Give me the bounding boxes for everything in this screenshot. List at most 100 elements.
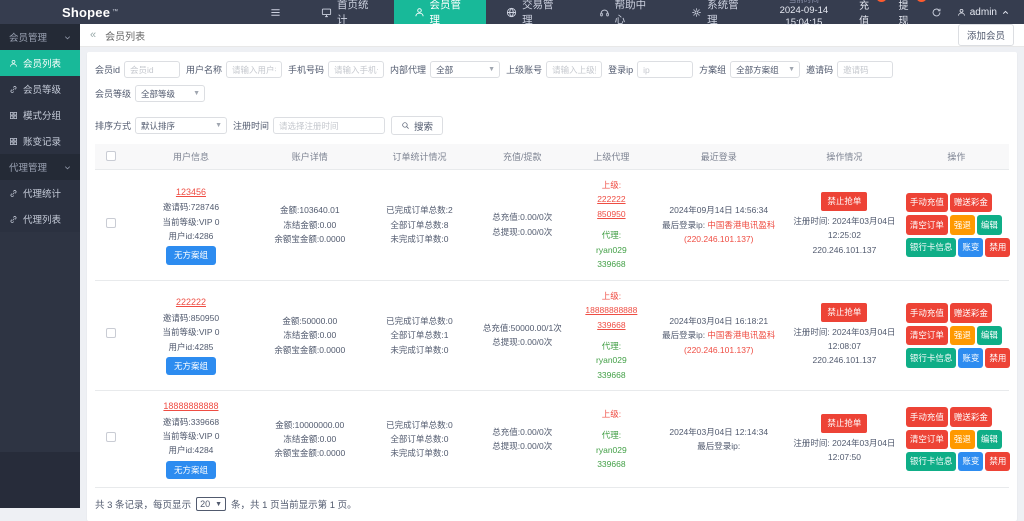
table-row: 222222邀请码:850950当前等级:VIP 0用户id:4285无方案组金… — [95, 280, 1009, 391]
filter-input-login-ip[interactable] — [637, 61, 693, 78]
upline-label: 上级: — [572, 178, 650, 192]
action-bank-card-info-button[interactable]: 银行卡信息 — [906, 348, 957, 367]
shortcut-recharge[interactable]: 充值1 — [859, 0, 876, 27]
nav-trade[interactable]: 交易管理 — [486, 0, 579, 24]
filter-input-user-name[interactable] — [226, 61, 282, 78]
action-manual-recharge-button[interactable]: 手动充值 — [906, 407, 948, 426]
action-bank-card-info-button[interactable]: 银行卡信息 — [906, 452, 957, 471]
action-disable-button[interactable]: 禁用 — [985, 238, 1010, 257]
nav-menu[interactable] — [250, 0, 301, 24]
main-content: 会员id用户名称手机号码内部代理全部▼上级账号登录ip方案组全部方案组▼邀请码会… — [80, 47, 1024, 508]
page-size-select[interactable]: 20 ▼ — [196, 497, 226, 511]
upline-link[interactable]: 222222 — [572, 192, 650, 206]
fund-cell: 总充值:0.00/0次总提现:0.00/0次 — [474, 170, 570, 281]
action-disable-button[interactable]: 禁用 — [985, 348, 1010, 367]
action-balance-change-button[interactable]: 账变 — [958, 348, 983, 367]
filter-input-register-time[interactable] — [273, 117, 385, 134]
upline-link[interactable]: 850950 — [572, 207, 650, 221]
actions-cell: 手动充值赠送彩金清空订单强退编辑银行卡信息账变禁用 — [904, 391, 1009, 488]
user-menu[interactable]: admin — [957, 7, 1010, 18]
filter-select-plan-group[interactable]: 全部方案组▼ — [730, 61, 800, 78]
system-icon — [691, 7, 702, 18]
action-gift-bonus-button[interactable]: 赠送彩金 — [950, 407, 992, 426]
select-all-checkbox[interactable] — [106, 151, 116, 161]
sidebar-item-balance-log[interactable]: 账变记录 — [0, 128, 80, 154]
collapse-sidebar-icon[interactable]: « — [90, 29, 96, 41]
add-member-button[interactable]: 添加会员 — [958, 24, 1014, 46]
action-balance-change-button[interactable]: 账变 — [958, 238, 983, 257]
action-edit-button[interactable]: 编辑 — [977, 215, 1002, 234]
chevron-down-icon: ▼ — [788, 66, 795, 73]
order-stats-cell: 已完成订单总数:0全部订单总数:1未完成订单数:0 — [365, 280, 475, 391]
sidebar-group-agent-mgmt[interactable]: 代理管理 — [0, 154, 80, 180]
member-name-link[interactable]: 18888888888 — [129, 399, 253, 414]
filter-input-invite-code[interactable] — [837, 61, 893, 78]
filter-input-member-id[interactable] — [124, 61, 180, 78]
sidebar-item-member-level[interactable]: 会员等级 — [0, 76, 80, 102]
link-icon — [9, 215, 18, 224]
action-clear-orders-button[interactable]: 清空订单 — [906, 326, 948, 345]
search-button[interactable]: 搜索 — [391, 116, 443, 135]
no-grab-badge: 禁止抢单 — [821, 414, 867, 432]
nav-members[interactable]: 会员管理 — [394, 0, 487, 24]
row-checkbox[interactable] — [106, 328, 116, 338]
filter-select-inner-agent[interactable]: 全部▼ — [430, 61, 500, 78]
filter-plan-group: 方案组全部方案组▼ — [699, 61, 800, 78]
action-disable-button[interactable]: 禁用 — [985, 452, 1010, 471]
column-header: 账户详情 — [255, 144, 365, 170]
action-force-logout-button[interactable]: 强退 — [950, 430, 975, 449]
plan-group-button[interactable]: 无方案组 — [166, 246, 216, 264]
action-manual-recharge-button[interactable]: 手动充值 — [906, 303, 948, 322]
member-list-card: 会员id用户名称手机号码内部代理全部▼上级账号登录ip方案组全部方案组▼邀请码会… — [87, 52, 1017, 521]
nav-home[interactable]: 首页统计 — [301, 0, 394, 24]
breadcrumb-bar: « 会员列表 添加会员 — [80, 24, 1024, 47]
plan-group-button[interactable]: 无方案组 — [166, 461, 216, 479]
chevron-down-icon: ▼ — [215, 122, 222, 129]
filter-select-sort-order[interactable]: 默认排序▼ — [135, 117, 227, 134]
topbar: Shopee™ 首页统计会员管理交易管理帮助中心系统管理 当前时间 2024-0… — [0, 0, 1024, 24]
action-balance-change-button[interactable]: 账变 — [958, 452, 983, 471]
user-info-cell: 222222邀请码:850950当前等级:VIP 0用户id:4285无方案组 — [127, 280, 255, 391]
upline-link[interactable]: 18888888888 — [572, 303, 650, 317]
action-clear-orders-button[interactable]: 清空订单 — [906, 430, 948, 449]
action-bank-card-info-button[interactable]: 银行卡信息 — [906, 238, 957, 257]
username: admin — [970, 7, 997, 18]
nav-label: 系统管理 — [707, 0, 744, 27]
sidebar-item-agent-list[interactable]: 代理列表 — [0, 206, 80, 232]
filter-input-parent-acct[interactable] — [546, 61, 602, 78]
sidebar-item-agent-stats[interactable]: 代理统计 — [0, 180, 80, 206]
action-force-logout-button[interactable]: 强退 — [950, 326, 975, 345]
row-checkbox[interactable] — [106, 218, 116, 228]
chevron-down-icon — [63, 33, 72, 42]
sidebar-item-mode-group[interactable]: 模式分组 — [0, 102, 80, 128]
filter-select-member-level[interactable]: 全部等级▼ — [135, 85, 205, 102]
last-login-cell: 2024年03月04日 16:18:21最后登录ip: 中国香港电讯盈科(220… — [653, 280, 786, 391]
nav-label: 交易管理 — [522, 0, 559, 27]
action-gift-bonus-button[interactable]: 赠送彩金 — [950, 193, 992, 212]
row-checkbox[interactable] — [106, 432, 116, 442]
column-header: 充值/提款 — [474, 144, 570, 170]
sidebar-item-member-list[interactable]: 会员列表 — [0, 50, 80, 76]
person-icon — [957, 8, 966, 17]
action-edit-button[interactable]: 编辑 — [977, 326, 1002, 345]
pagination-prefix: 共 3 条记录，每页显示 — [95, 497, 191, 511]
user-info-cell: 18888888888邀请码:339668当前等级:VIP 0用户id:4284… — [127, 391, 255, 488]
member-name-link[interactable]: 123456 — [129, 185, 253, 200]
fund-cell: 总充值:0.00/0次总提现:0.00/0次 — [474, 391, 570, 488]
action-manual-recharge-button[interactable]: 手动充值 — [906, 193, 948, 212]
upline-link[interactable]: 339668 — [572, 318, 650, 332]
action-clear-orders-button[interactable]: 清空订单 — [906, 215, 948, 234]
sidebar-group-member-mgmt[interactable]: 会员管理 — [0, 24, 80, 50]
nav-help[interactable]: 帮助中心 — [579, 0, 672, 24]
member-name-link[interactable]: 222222 — [129, 295, 253, 310]
nav-system[interactable]: 系统管理 — [671, 0, 764, 24]
shortcut-withdraw[interactable]: 提现6 — [898, 0, 915, 27]
action-gift-bonus-button[interactable]: 赠送彩金 — [950, 303, 992, 322]
refresh-icon[interactable] — [931, 7, 942, 18]
action-force-logout-button[interactable]: 强退 — [950, 215, 975, 234]
filter-input-phone[interactable] — [328, 61, 384, 78]
plan-group-button[interactable]: 无方案组 — [166, 357, 216, 375]
nav-label: 会员管理 — [430, 0, 467, 27]
link-icon — [9, 85, 18, 94]
action-edit-button[interactable]: 编辑 — [977, 430, 1002, 449]
